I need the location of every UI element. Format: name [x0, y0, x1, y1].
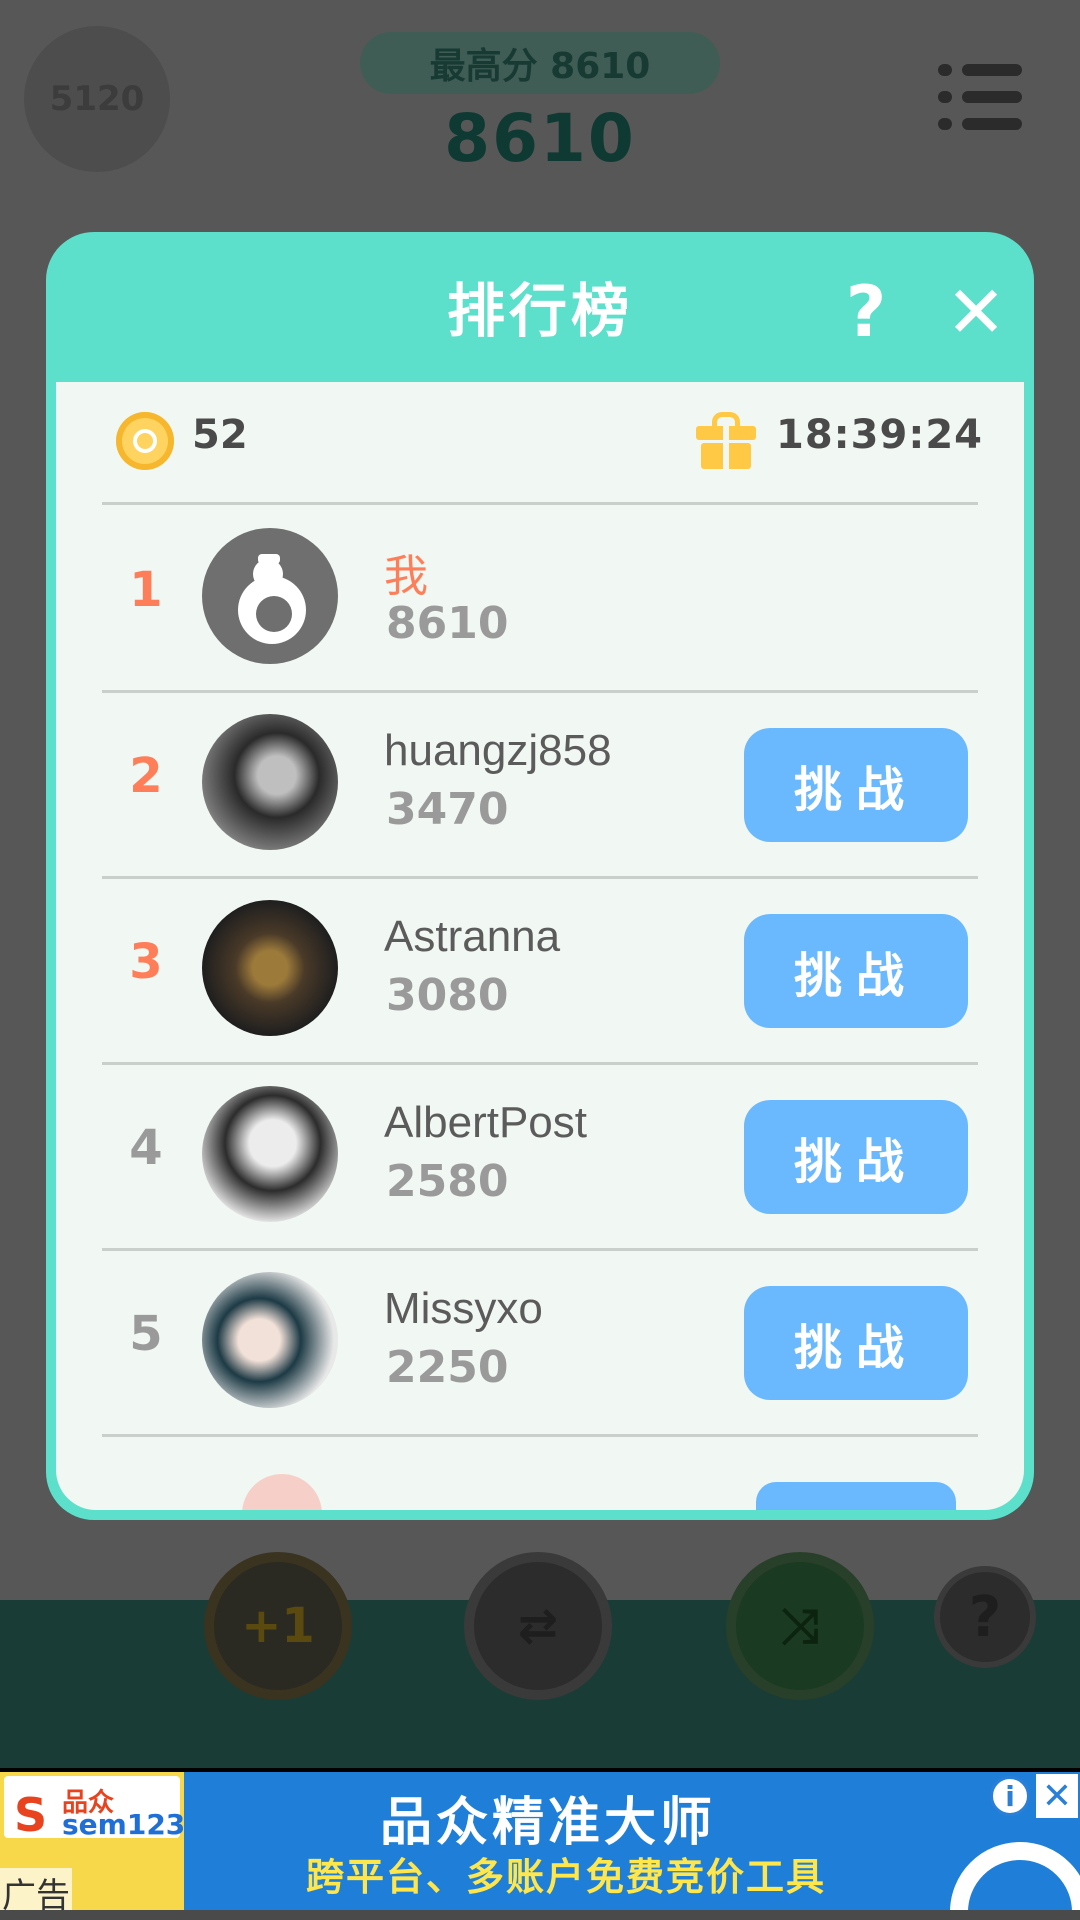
avatar: [202, 1272, 338, 1408]
rank-number: 4: [129, 1120, 163, 1176]
player-score: 2250: [386, 1342, 509, 1393]
best-score-pill: 最高分 8610: [360, 32, 720, 94]
shuffle-button[interactable]: ⤨: [726, 1552, 874, 1700]
player-score: 3080: [386, 970, 509, 1021]
leaderboard-row: 5 Missyxo 2250 挑战: [56, 1250, 1024, 1436]
disc-icon: [950, 1842, 1080, 1910]
leaderboard-row: 3 Astranna 3080 挑战: [56, 878, 1024, 1064]
challenge-button[interactable]: 挑战: [744, 1100, 968, 1214]
player-name: AlbertPost: [384, 1098, 587, 1147]
row-divider: [102, 502, 978, 505]
leaderboard-modal: 排行榜 ? ✕ 52 18:39:24 1 我 8610 2 huangzj85…: [46, 232, 1034, 1520]
avatar: [202, 528, 338, 664]
menu-icon[interactable]: [938, 64, 1022, 130]
player-score: 2580: [386, 1156, 509, 1207]
challenge-button[interactable]: 挑战: [744, 1286, 968, 1400]
ad-headline: 品众精准大师: [380, 1793, 717, 1853]
coin-icon: [116, 412, 174, 470]
ad-logo-tag: sem123: [62, 1808, 186, 1841]
leaderboard-row: 2 huangzj858 3470 挑战: [56, 692, 1024, 878]
leaderboard-row: 1 我 8610: [56, 506, 1024, 692]
rank-number: 5: [129, 1306, 163, 1362]
avatar: [202, 714, 338, 850]
avatar: [202, 1086, 338, 1222]
tool-help-button[interactable]: ?: [934, 1566, 1036, 1668]
info-icon[interactable]: i: [990, 1776, 1030, 1816]
countdown-timer: 18:39:24: [776, 412, 983, 458]
rank-number: 2: [129, 748, 163, 804]
player-name: Astranna: [384, 912, 561, 961]
leaderboard-panel[interactable]: 52 18:39:24 1 我 8610 2 huangzj858 3470 挑…: [56, 382, 1024, 1510]
player-name: huangzj858: [384, 726, 612, 775]
player-score: 8610: [386, 598, 509, 649]
ad-subline: 跨平台、多账户免费竞价工具: [306, 1855, 827, 1899]
plus-one-button[interactable]: +1: [204, 1552, 352, 1700]
ad-banner[interactable]: S 品众 sem123 品众精准大师 跨平台、多账户免费竞价工具 i ✕ 广告: [0, 1772, 1080, 1910]
coin-count: 52: [192, 412, 248, 458]
current-score: 8610: [444, 100, 636, 177]
player-score: 3470: [386, 784, 509, 835]
close-button[interactable]: ✕: [926, 270, 1026, 354]
info-row: 52 18:39:24: [56, 382, 1024, 502]
avatar: [202, 900, 338, 1036]
brand-logo-icon: S: [14, 1788, 48, 1842]
player-name: Missyxo: [384, 1284, 543, 1333]
leaderboard-row: 4 AlbertPost 2580 挑战: [56, 1064, 1024, 1250]
avatar: [242, 1474, 322, 1510]
rank-number: 1: [129, 562, 163, 618]
row-divider: [102, 1434, 978, 1437]
rank-number: 3: [129, 934, 163, 990]
challenge-button[interactable]: 挑战: [744, 728, 968, 842]
player-name: 我: [384, 552, 428, 601]
ad-label: 广告: [0, 1868, 72, 1910]
help-button[interactable]: ?: [816, 271, 916, 353]
challenge-button[interactable]: [756, 1482, 956, 1510]
ad-close-button[interactable]: ✕: [1036, 1774, 1078, 1818]
swap-button[interactable]: ⇄: [464, 1552, 612, 1700]
gift-icon: [696, 412, 756, 469]
challenge-button[interactable]: 挑战: [744, 914, 968, 1028]
gourd-icon: [238, 554, 306, 644]
